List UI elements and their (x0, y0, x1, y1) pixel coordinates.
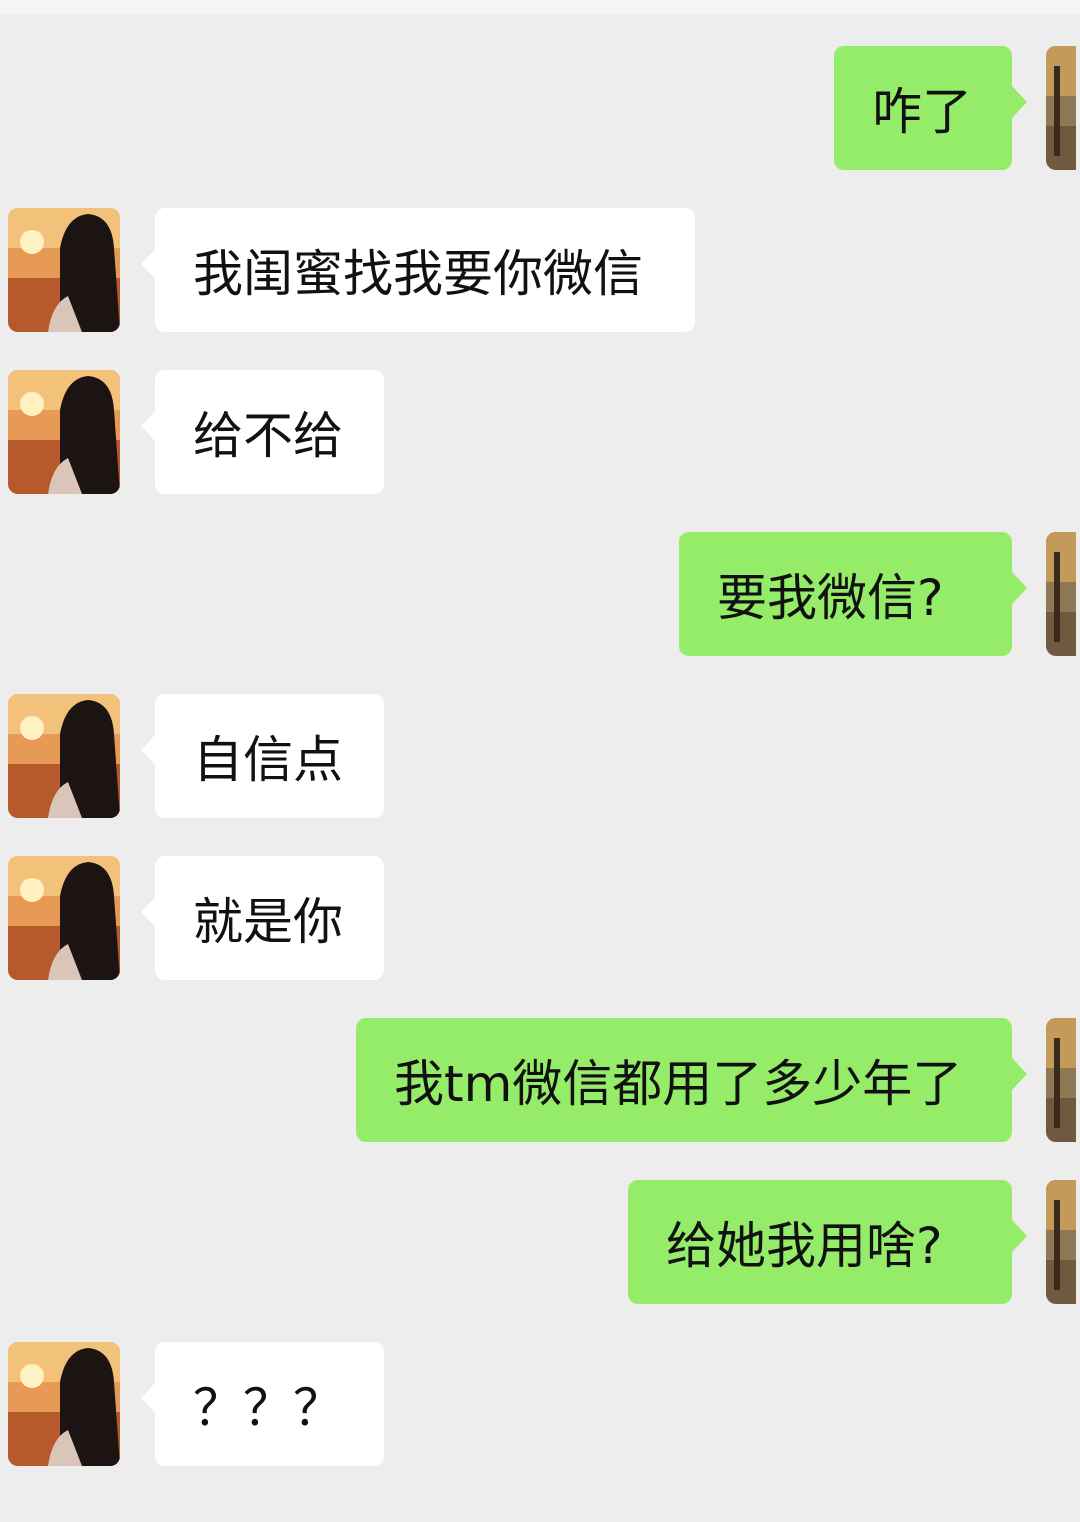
contact-avatar-image (8, 694, 120, 818)
incoming-message-bubble[interactable]: 自信点 (155, 694, 384, 818)
my-avatar[interactable] (1046, 46, 1076, 170)
message-text: 自信点 (193, 731, 343, 789)
message-text: 给她我用啥? (666, 1217, 943, 1275)
incoming-message: ？？？ (0, 1342, 1080, 1466)
bubble-tail (1012, 572, 1027, 604)
outgoing-message-bubble[interactable]: 给她我用啥? (628, 1180, 1012, 1304)
incoming-message: 给不给 (0, 370, 1080, 494)
my-avatar-image (1046, 46, 1076, 170)
bubble-tail (141, 248, 156, 280)
incoming-message: 就是你 (0, 856, 1080, 980)
incoming-message: 我闺蜜找我要你微信 (0, 208, 1080, 332)
outgoing-message: 给她我用啥? (0, 1180, 1080, 1304)
message-text: 我闺蜜找我要你微信 (193, 245, 643, 303)
contact-avatar[interactable] (8, 370, 120, 494)
contact-avatar[interactable] (8, 1342, 120, 1466)
incoming-message-bubble[interactable]: 给不给 (155, 370, 384, 494)
bubble-tail (141, 410, 156, 442)
my-avatar-image (1046, 532, 1076, 656)
incoming-message: 自信点 (0, 694, 1080, 818)
contact-avatar[interactable] (8, 856, 120, 980)
chat-conversation: 咋了 我闺蜜找我要你微信 给不给 要我微信? 自信点 就是你 我tm微信都用了多… (0, 0, 1080, 1522)
bubble-tail (1012, 1220, 1027, 1252)
my-avatar[interactable] (1046, 1180, 1076, 1304)
bubble-tail (141, 896, 156, 928)
outgoing-message-bubble[interactable]: 我tm微信都用了多少年了 (356, 1018, 1012, 1142)
outgoing-message: 咋了 (0, 46, 1080, 170)
incoming-message-bubble[interactable]: ？？？ (155, 1342, 384, 1466)
my-avatar[interactable] (1046, 532, 1076, 656)
my-avatar[interactable] (1046, 1018, 1076, 1142)
bubble-tail (141, 734, 156, 766)
bubble-tail (1012, 1058, 1027, 1090)
contact-avatar-image (8, 370, 120, 494)
message-text: 给不给 (193, 407, 343, 465)
bubble-tail (141, 1382, 156, 1414)
outgoing-message-bubble[interactable]: 要我微信? (679, 532, 1012, 656)
incoming-message-bubble[interactable]: 就是你 (155, 856, 384, 980)
top-edge (0, 0, 1080, 14)
my-avatar-image (1046, 1018, 1076, 1142)
message-text: 就是你 (193, 893, 343, 951)
bubble-tail (1012, 86, 1027, 118)
my-avatar-image (1046, 1180, 1076, 1304)
outgoing-message: 要我微信? (0, 532, 1080, 656)
message-text: ？？？ (193, 1379, 343, 1437)
contact-avatar[interactable] (8, 694, 120, 818)
outgoing-message-bubble[interactable]: 咋了 (834, 46, 1012, 170)
contact-avatar-image (8, 208, 120, 332)
incoming-message-bubble[interactable]: 我闺蜜找我要你微信 (155, 208, 695, 332)
contact-avatar[interactable] (8, 208, 120, 332)
contact-avatar-image (8, 856, 120, 980)
contact-avatar-image (8, 1342, 120, 1466)
message-text: 我tm微信都用了多少年了 (394, 1055, 963, 1113)
outgoing-message: 我tm微信都用了多少年了 (0, 1018, 1080, 1142)
message-text: 咋了 (872, 83, 972, 141)
message-text: 要我微信? (717, 569, 944, 627)
